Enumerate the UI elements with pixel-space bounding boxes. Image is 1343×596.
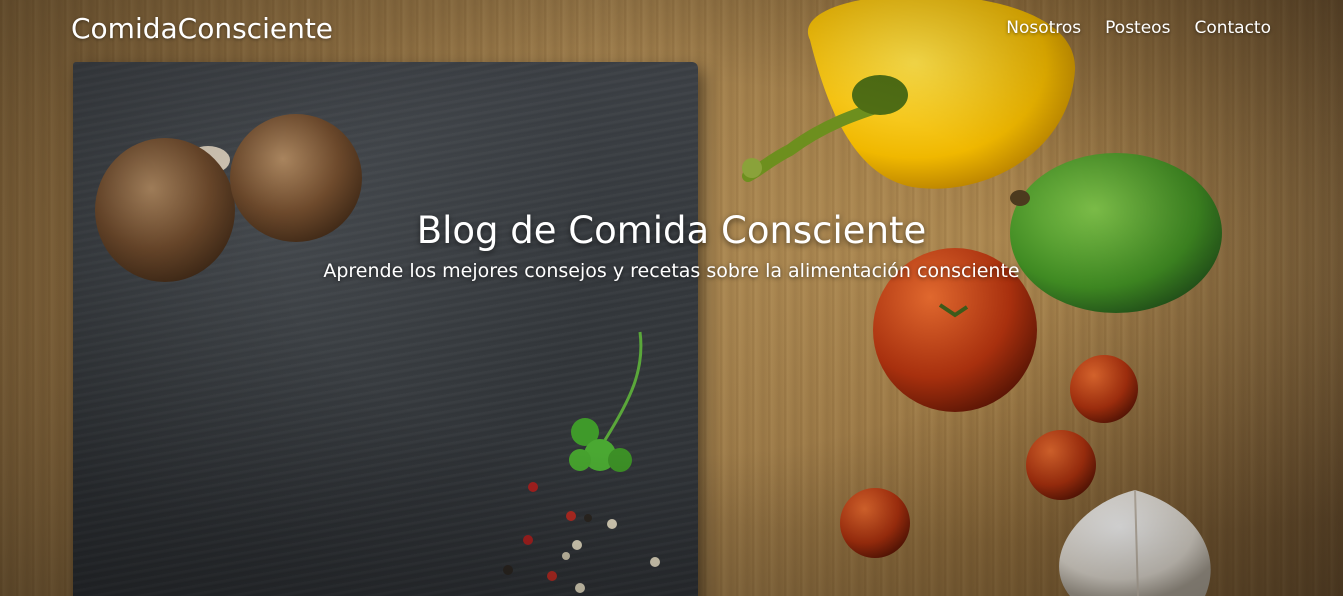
nav-link-contacto[interactable]: Contacto bbox=[1194, 18, 1271, 38]
nav-link-nosotros[interactable]: Nosotros bbox=[1006, 18, 1081, 38]
hero-subtitle: Aprende los mejores consejos y recetas s… bbox=[323, 260, 1020, 282]
hero-banner: ComidaConsciente Nosotros Posteos Contac… bbox=[0, 0, 1343, 596]
hero-title: Blog de Comida Consciente bbox=[416, 209, 927, 252]
main-nav: Nosotros Posteos Contacto bbox=[1006, 18, 1271, 38]
nav-link-posteos[interactable]: Posteos bbox=[1105, 18, 1170, 38]
site-header: ComidaConsciente Nosotros Posteos Contac… bbox=[0, 0, 1343, 60]
vignette-overlay bbox=[0, 0, 1343, 596]
brand-logo-link[interactable]: ComidaConsciente bbox=[71, 12, 333, 45]
hero-text: Blog de Comida Consciente Aprende los me… bbox=[0, 209, 1343, 282]
